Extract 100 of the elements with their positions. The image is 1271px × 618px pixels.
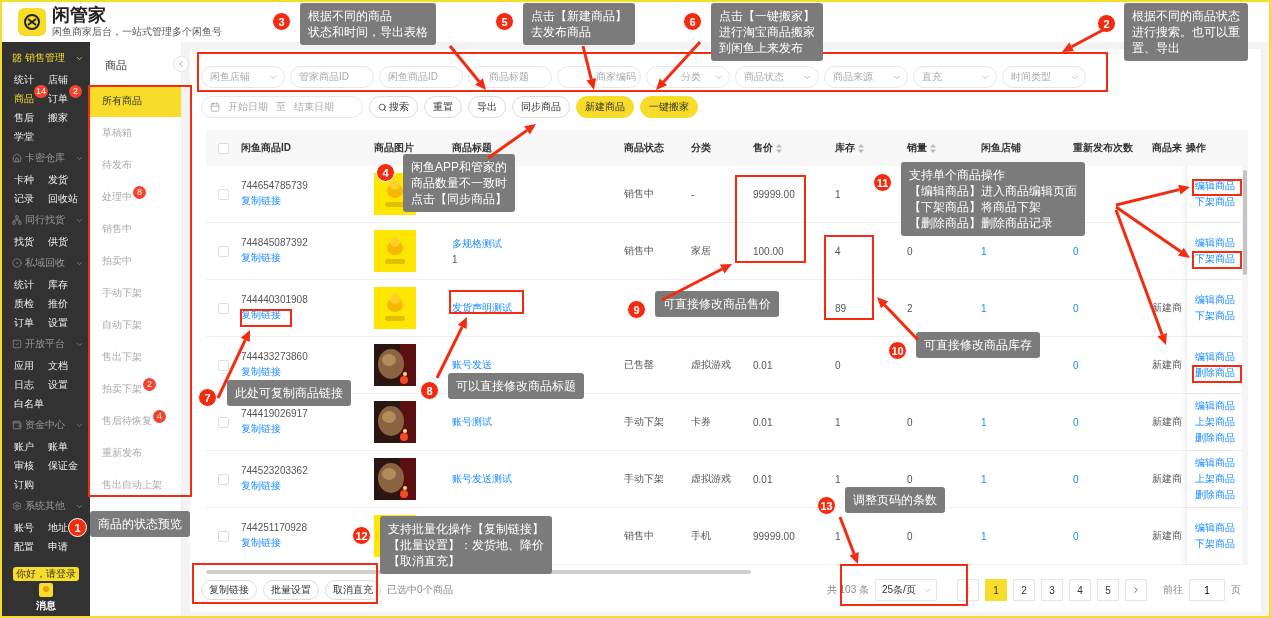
column-header[interactable]: 售价 — [753, 141, 782, 155]
republish-count[interactable]: 0 — [1073, 473, 1152, 485]
nav-item[interactable]: 设置 — [48, 375, 68, 394]
nav-item[interactable]: 学堂 — [14, 127, 34, 146]
nav-group-header[interactable]: 销售管理 — [2, 46, 90, 70]
operation-link[interactable]: 删除商品 — [1194, 488, 1235, 502]
nav-item[interactable]: 质检 — [14, 294, 34, 313]
prev-page-button[interactable] — [957, 579, 979, 601]
nav-item[interactable]: 库存 — [48, 275, 68, 294]
operation-link[interactable]: 编辑商品 — [1194, 293, 1235, 307]
price-cell[interactable]: 99999.00 — [753, 530, 835, 542]
shop-count[interactable]: 1 — [981, 530, 1073, 542]
republish-count[interactable]: 0 — [1073, 530, 1152, 542]
action-button[interactable]: 同步商品 — [512, 96, 570, 118]
copy-link[interactable]: 复制链接 — [241, 365, 281, 379]
nav-item[interactable]: 保证金 — [48, 456, 78, 475]
shop-count[interactable]: 1 — [981, 416, 1073, 428]
nav-item[interactable]: 统计 — [14, 70, 34, 89]
nav-item[interactable]: 地址 — [48, 518, 68, 537]
operation-link[interactable]: 删除商品 — [1194, 431, 1235, 445]
nav-item[interactable]: 申请 — [48, 537, 68, 556]
bulk-action-button[interactable]: 复制链接 — [201, 580, 257, 600]
operation-link[interactable]: 上架商品 — [1194, 415, 1235, 429]
stock-cell[interactable]: 1 — [835, 416, 907, 428]
status-tab[interactable]: 售后待恢复 4 — [90, 405, 181, 437]
page-input[interactable]: 1 — [1189, 579, 1225, 601]
operation-link[interactable]: 下架商品 — [1194, 252, 1235, 266]
page-size-select[interactable]: 25条/页 — [875, 579, 937, 601]
operation-link[interactable]: 编辑商品 — [1194, 456, 1235, 470]
row-checkbox[interactable] — [218, 473, 229, 485]
bulk-action-button[interactable]: 批量设置 — [263, 580, 319, 600]
avatar-icon[interactable] — [39, 583, 53, 597]
operation-link[interactable]: 下架商品 — [1194, 195, 1235, 209]
scrollbar[interactable] — [1242, 166, 1248, 565]
operation-link[interactable]: 编辑商品 — [1194, 236, 1235, 250]
nav-item[interactable]: 供货 — [48, 232, 68, 251]
operation-link[interactable]: 删除商品 — [1194, 366, 1235, 380]
nav-item[interactable]: 店铺 — [48, 70, 68, 89]
nav-item[interactable]: 配置 — [14, 537, 34, 556]
row-checkbox[interactable] — [218, 359, 229, 371]
price-cell[interactable]: 0.01 — [753, 416, 835, 428]
shop-count[interactable]: 1 — [981, 245, 1073, 257]
product-title[interactable]: 账号测试 — [452, 415, 492, 429]
nav-group-header[interactable]: 同行找货 — [2, 208, 90, 232]
nav-group-header[interactable]: 资金中心 — [2, 413, 90, 437]
next-page-button[interactable] — [1125, 579, 1147, 601]
collapse-button[interactable] — [173, 56, 189, 72]
nav-item[interactable]: 回收站 — [48, 189, 78, 208]
product-title[interactable]: 发货声明测试 — [452, 301, 512, 315]
action-button[interactable]: 新建商品 — [576, 96, 634, 118]
row-checkbox[interactable] — [218, 302, 229, 314]
price-cell[interactable]: 0.01 — [753, 359, 835, 371]
row-checkbox[interactable] — [218, 188, 229, 200]
page-button[interactable]: 1 — [985, 579, 1007, 601]
nav-item[interactable]: 应用 — [14, 356, 34, 375]
nav-item[interactable]: 订购 — [14, 475, 34, 494]
nav-group-header[interactable]: 私域回收 — [2, 251, 90, 275]
nav-item[interactable]: 白名单 — [14, 394, 44, 413]
republish-count[interactable]: 0 — [1073, 416, 1152, 428]
page-button[interactable]: 3 — [1041, 579, 1063, 601]
action-button[interactable]: 导出 — [468, 96, 506, 118]
nav-item[interactable]: 账单 — [48, 437, 68, 456]
status-tab[interactable]: 拍卖下架 2 — [90, 373, 181, 405]
nav-item[interactable]: 日志 — [14, 375, 34, 394]
action-button[interactable]: 搜索 — [369, 96, 418, 118]
stock-cell[interactable]: 0 — [835, 359, 907, 371]
operation-link[interactable]: 下架商品 — [1194, 309, 1235, 323]
column-header[interactable]: 销量 — [907, 141, 936, 155]
nav-item[interactable]: 商品 — [14, 89, 34, 108]
column-header[interactable]: 库存 — [835, 141, 864, 155]
copy-link[interactable]: 复制链接 — [241, 479, 281, 493]
stock-cell[interactable]: 1 — [835, 530, 907, 542]
stock-cell[interactable]: 4 — [835, 245, 907, 257]
stock-cell[interactable]: 89 — [835, 302, 907, 314]
nav-item[interactable]: 订单 — [14, 313, 34, 332]
row-checkbox[interactable] — [218, 416, 229, 428]
stock-cell[interactable]: 1 — [835, 473, 907, 485]
copy-link[interactable]: 复制链接 — [241, 422, 281, 436]
nav-item[interactable]: 发货 — [48, 170, 68, 189]
nav-item[interactable]: 账户 — [14, 437, 34, 456]
product-title[interactable]: 账号发送测试 — [452, 472, 512, 486]
row-checkbox[interactable] — [218, 245, 229, 257]
nav-item[interactable]: 统计 — [14, 275, 34, 294]
operation-link[interactable]: 编辑商品 — [1194, 521, 1235, 535]
status-tab[interactable]: 所有商品 — [90, 85, 181, 117]
price-cell[interactable]: 100.00 — [753, 245, 835, 257]
page-button[interactable]: 4 — [1069, 579, 1091, 601]
nav-item[interactable]: 订单 — [48, 89, 68, 108]
login-tip[interactable]: 你好，请登录 — [13, 567, 79, 581]
action-button[interactable]: 重置 — [424, 96, 462, 118]
operation-link[interactable]: 上架商品 — [1194, 472, 1235, 486]
messages-label[interactable]: 消息 — [36, 599, 56, 613]
product-title[interactable]: 多规格测试 — [452, 237, 502, 251]
nav-item[interactable]: 卡种 — [14, 170, 34, 189]
action-button[interactable]: 一键搬家 — [640, 96, 698, 118]
republish-count[interactable]: 0 — [1073, 359, 1152, 371]
nav-item[interactable]: 账号 — [14, 518, 34, 537]
bulk-action-button[interactable]: 取消直充 — [325, 580, 381, 600]
nav-item[interactable]: 设置 — [48, 313, 68, 332]
nav-item[interactable]: 记录 — [14, 189, 34, 208]
